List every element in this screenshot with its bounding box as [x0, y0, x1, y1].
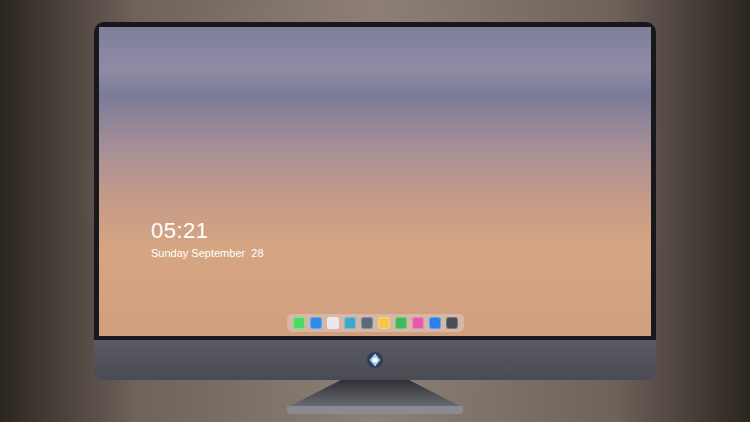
app-icon[interactable] [293, 317, 305, 329]
logo-icon [366, 351, 384, 369]
clock-date: Sunday September 28 [151, 246, 651, 260]
app-icon[interactable] [378, 317, 390, 329]
app-icon[interactable] [327, 317, 339, 329]
app-icon[interactable] [395, 317, 407, 329]
monitor-stand [290, 380, 460, 406]
monitor-bezel: 05:21 Sunday September 28 [94, 22, 656, 340]
app-icon[interactable] [310, 317, 322, 329]
app-icon[interactable] [429, 317, 441, 329]
lock-screen: 05:21 Sunday September 28 [99, 27, 651, 336]
page: 05:21 Sunday September 28 [0, 0, 750, 422]
app-icon[interactable] [412, 317, 424, 329]
clock: 05:21 Sunday September 28 [151, 218, 651, 260]
app-icon[interactable] [446, 317, 458, 329]
app-icon[interactable] [344, 317, 356, 329]
monitor-chin [94, 340, 656, 380]
dock [287, 314, 464, 332]
clock-time: 05:21 [151, 218, 651, 243]
stand-base [287, 406, 463, 414]
app-icon[interactable] [361, 317, 373, 329]
